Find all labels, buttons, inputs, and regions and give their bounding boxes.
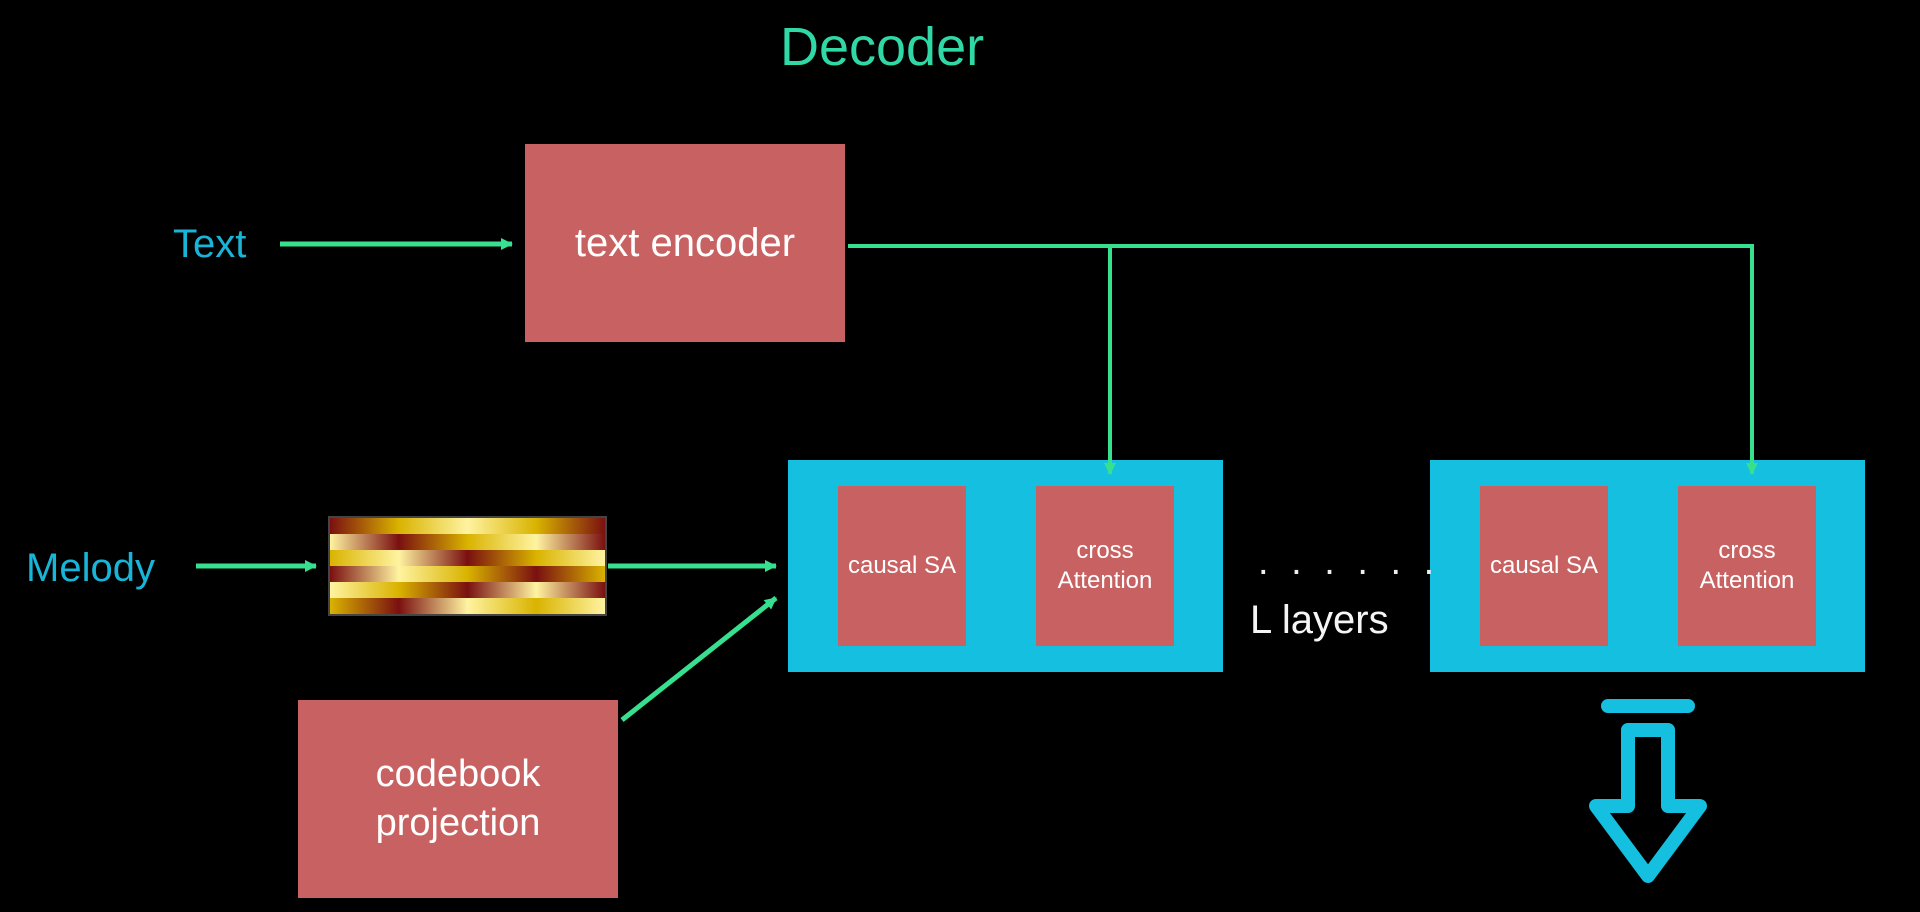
input-label-melody: Melody — [26, 546, 155, 590]
input-label-text: Text — [173, 222, 246, 266]
block-causal-sa-L-label: causal SA — [1490, 551, 1598, 581]
block-causal-sa-L: causal SA — [1480, 486, 1608, 646]
block-cross-attention-L: cross Attention — [1678, 486, 1816, 646]
layers-ellipsis: . . . . . . — [1258, 542, 1440, 584]
block-causal-sa-1: causal SA — [838, 486, 966, 646]
block-codebook-projection: codebook projection — [298, 700, 618, 898]
block-codebook-projection-label: codebook projection — [298, 750, 618, 849]
melody-spectrogram — [328, 516, 607, 616]
block-text-encoder-label: text encoder — [575, 218, 795, 268]
block-cross-attention-L-label: cross Attention — [1678, 536, 1816, 596]
diagram-title: Decoder — [780, 18, 984, 77]
block-cross-attention-1-label: cross Attention — [1036, 536, 1174, 596]
block-causal-sa-1-label: causal SA — [848, 551, 956, 581]
output-arrow-icon — [1578, 698, 1718, 884]
block-text-encoder: text encoder — [525, 144, 845, 342]
block-cross-attention-1: cross Attention — [1036, 486, 1174, 646]
layers-label: L layers — [1250, 598, 1389, 642]
